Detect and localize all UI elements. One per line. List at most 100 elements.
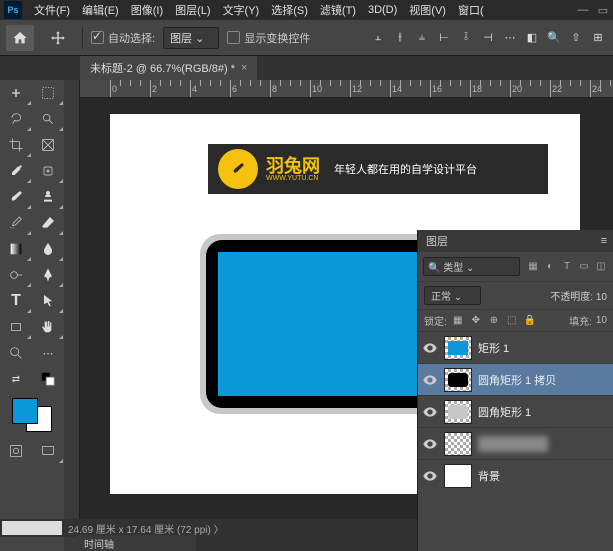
- menu-type[interactable]: 文字(Y): [217, 2, 266, 18]
- layer-filter-dropdown[interactable]: 🔍 类型 ⌄: [423, 257, 520, 276]
- layer-row[interactable]: 矩形 1: [418, 331, 613, 363]
- align-hcenter-icon[interactable]: ⫱: [457, 29, 475, 47]
- quick-mask-tool[interactable]: [0, 438, 32, 464]
- panel-menu-icon[interactable]: ≡: [601, 235, 607, 247]
- document-tab[interactable]: 未标题-2 @ 66.7%(RGB/8#) * ×: [80, 56, 257, 80]
- align-vcenter-icon[interactable]: ⫲: [391, 29, 409, 47]
- ruler-mark: 2: [152, 84, 157, 94]
- more-options-icon[interactable]: ⋯: [501, 29, 519, 47]
- layer-row[interactable]: 背景: [418, 459, 613, 491]
- align-top-icon[interactable]: ⫠: [369, 29, 387, 47]
- color-swatches[interactable]: [12, 398, 52, 432]
- filter-shape-icon[interactable]: ▭: [577, 260, 591, 274]
- layer-row[interactable]: 圆角矩形 1 拷贝: [418, 363, 613, 395]
- 3d-mode-icon[interactable]: ◧: [523, 29, 541, 47]
- watermark-title: 羽兔网: [266, 157, 320, 175]
- workspace-icon[interactable]: ⊞: [589, 29, 607, 47]
- visibility-eye-icon[interactable]: [422, 372, 438, 388]
- lock-artboard-icon[interactable]: ⊕: [487, 314, 501, 328]
- blur-tool[interactable]: [32, 236, 64, 262]
- zoom-value-field[interactable]: [2, 521, 62, 535]
- menu-window[interactable]: 窗口(: [452, 2, 490, 18]
- stamp-tool[interactable]: [32, 184, 64, 210]
- rectangle-tool[interactable]: [0, 314, 32, 340]
- foreground-color[interactable]: [12, 398, 38, 424]
- auto-select-checkbox[interactable]: 自动选择:: [91, 30, 155, 46]
- eraser-tool[interactable]: [32, 210, 64, 236]
- edit-toolbar[interactable]: ⋯: [32, 340, 64, 366]
- layer-row[interactable]: [418, 427, 613, 459]
- layer-name[interactable]: 圆角矩形 1 拷贝: [478, 372, 556, 388]
- crop-tool[interactable]: [0, 132, 32, 158]
- visibility-eye-icon[interactable]: [422, 404, 438, 420]
- visibility-eye-icon[interactable]: [422, 436, 438, 452]
- layer-row[interactable]: 圆角矩形 1: [418, 395, 613, 427]
- layer-name[interactable]: 背景: [478, 468, 500, 484]
- fill-value[interactable]: 10: [596, 315, 607, 326]
- pen-tool[interactable]: [32, 262, 64, 288]
- layer-name[interactable]: 圆角矩形 1: [478, 404, 531, 420]
- screen-mode-tool[interactable]: [32, 438, 64, 464]
- menu-select[interactable]: 选择(S): [265, 2, 314, 18]
- align-left-icon[interactable]: ⊢: [435, 29, 453, 47]
- menu-filter[interactable]: 滤镜(T): [314, 2, 362, 18]
- watermark-url: WWW.YUTU.CN: [266, 175, 320, 182]
- menu-edit[interactable]: 编辑(E): [76, 2, 125, 18]
- layer-thumbnail[interactable]: [444, 400, 472, 424]
- default-colors-icon[interactable]: [32, 366, 64, 392]
- menu-file[interactable]: 文件(F): [28, 2, 76, 18]
- menu-image[interactable]: 图像(I): [125, 2, 169, 18]
- lock-all-icon[interactable]: 🔒: [523, 314, 537, 328]
- blend-mode-dropdown[interactable]: 正常 ⌄: [424, 286, 481, 305]
- brush-tool[interactable]: [0, 184, 32, 210]
- minimize-button[interactable]: —: [573, 1, 593, 19]
- auto-select-target[interactable]: 图层 ⌄: [163, 27, 219, 49]
- opacity-value[interactable]: 10: [596, 292, 607, 303]
- maximize-button[interactable]: ▭: [593, 1, 613, 19]
- menu-3d[interactable]: 3D(D): [362, 4, 403, 16]
- move-tool[interactable]: [0, 80, 32, 106]
- marquee-tool[interactable]: [32, 80, 64, 106]
- hand-tool[interactable]: [32, 314, 64, 340]
- lock-position-icon[interactable]: ✥: [469, 314, 483, 328]
- dodge-tool[interactable]: [0, 262, 32, 288]
- history-brush-tool[interactable]: [0, 210, 32, 236]
- align-bottom-icon[interactable]: ⫨: [413, 29, 431, 47]
- share-icon[interactable]: ⇧: [567, 29, 585, 47]
- zoom-tool[interactable]: [0, 340, 32, 366]
- layer-thumbnail[interactable]: [444, 432, 472, 456]
- align-right-icon[interactable]: ⊣: [479, 29, 497, 47]
- search-icon[interactable]: 🔍: [545, 29, 563, 47]
- frame-tool[interactable]: [32, 132, 64, 158]
- lock-pixels-icon[interactable]: ▦: [451, 314, 465, 328]
- layers-tab[interactable]: 图层: [426, 233, 448, 249]
- type-tool[interactable]: T: [0, 288, 32, 314]
- collapsed-dock[interactable]: [64, 80, 80, 551]
- menu-layer[interactable]: 图层(L): [169, 2, 216, 18]
- lock-nest-icon[interactable]: ⬚: [505, 314, 519, 328]
- swap-colors-icon[interactable]: ⇄: [0, 366, 32, 392]
- document-dims[interactable]: 24.69 厘米 x 17.64 厘米 (72 ppi) 〉: [68, 521, 224, 536]
- layer-name[interactable]: 矩形 1: [478, 340, 509, 356]
- filter-smart-icon[interactable]: ◫: [594, 260, 608, 274]
- path-select-tool[interactable]: [32, 288, 64, 314]
- quick-select-tool[interactable]: [32, 106, 64, 132]
- filter-pixel-icon[interactable]: ▦: [526, 260, 540, 274]
- visibility-eye-icon[interactable]: [422, 340, 438, 356]
- timeline-panel-tab[interactable]: 时间轴: [76, 535, 196, 551]
- close-tab-icon[interactable]: ×: [241, 62, 247, 74]
- menu-view[interactable]: 视图(V): [403, 2, 452, 18]
- layer-thumbnail[interactable]: [444, 464, 472, 488]
- eyedropper-tool[interactable]: [0, 158, 32, 184]
- layer-thumbnail[interactable]: [444, 368, 472, 392]
- visibility-eye-icon[interactable]: [422, 468, 438, 484]
- gradient-tool[interactable]: [0, 236, 32, 262]
- filter-adjust-icon[interactable]: ◐: [543, 260, 557, 274]
- show-transform-checkbox[interactable]: 显示变换控件: [227, 30, 310, 46]
- home-button[interactable]: [6, 25, 34, 51]
- lasso-tool[interactable]: [0, 106, 32, 132]
- heal-tool[interactable]: [32, 158, 64, 184]
- layer-thumbnail[interactable]: [444, 336, 472, 360]
- filter-type-icon[interactable]: T: [560, 260, 574, 274]
- horizontal-ruler[interactable]: 024681012141618202224: [80, 80, 613, 98]
